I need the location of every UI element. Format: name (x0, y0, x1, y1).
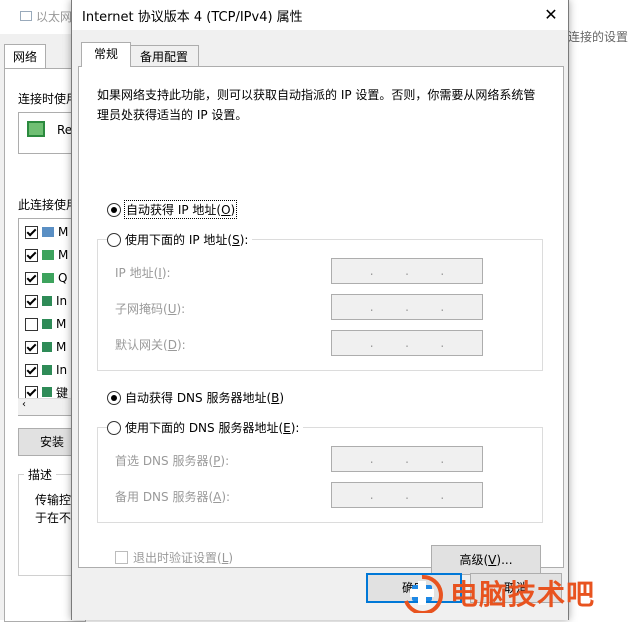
ipv4-properties-dialog: Internet 协议版本 4 (TCP/IPv4) 属性 ✕ 常规 备用配置 … (71, 0, 569, 620)
component-icon (42, 250, 54, 260)
list-item[interactable]: Q (25, 267, 67, 289)
watermark: 电脑技术吧 (400, 570, 640, 616)
checkbox-label: 退出时验证设置(L) (133, 551, 234, 565)
scroll-left-icon[interactable]: ‹ (22, 399, 26, 410)
alternate-dns-label: 备用 DNS 服务器(A): (115, 490, 231, 504)
items-label: 此连接使用 (18, 198, 79, 212)
protocol-icon (42, 342, 52, 352)
list-item-label: M (56, 340, 67, 354)
manual-dns-group (97, 427, 543, 523)
validate-settings-checkbox[interactable]: 退出时验证设置(L) (115, 549, 233, 566)
adapter-icon (27, 121, 45, 137)
list-item-checkbox[interactable] (25, 317, 38, 331)
radio-label: 自动获得 IP 地址(O) (123, 200, 238, 219)
radio-label: 自动获得 DNS 服务器地址(B) (125, 391, 285, 405)
radio-indicator[interactable] (107, 390, 121, 405)
intro-description: 如果网络支持此功能，则可以获取自动指派的 IP 设置。否则，你需要从网络系统管理… (97, 88, 536, 122)
close-icon[interactable]: ✕ (538, 4, 564, 26)
list-item-checkbox[interactable] (25, 340, 38, 354)
radio-indicator[interactable] (107, 202, 121, 217)
background-right-title: 连接的设置 (568, 30, 629, 44)
watermark-text: 电脑技术吧 (450, 578, 596, 611)
description-line: 传输控 (35, 493, 72, 507)
list-item[interactable]: M (25, 336, 66, 358)
obtain-dns-auto-radio[interactable]: 自动获得 DNS 服务器地址(B) (107, 389, 284, 406)
subnet-mask-label: 子网掩码(U): (115, 302, 186, 316)
list-item-checkbox[interactable] (25, 294, 38, 308)
list-item[interactable]: In (25, 290, 67, 312)
protocol-icon (42, 387, 52, 397)
list-item-checkbox[interactable] (25, 271, 38, 285)
alternate-dns-input[interactable]: ... (331, 482, 483, 508)
dialog-body: 常规 备用配置 如果网络支持此功能，则可以获取自动指派的 IP 设置。否则，你需… (72, 30, 568, 620)
watermark-logo-icon (400, 573, 444, 615)
subnet-mask-input[interactable]: ... (331, 294, 483, 320)
list-item-label: M (56, 317, 67, 331)
description-line: 于在不 (35, 511, 72, 525)
list-item-checkbox[interactable] (25, 225, 38, 239)
radio-label: 使用下面的 IP 地址(S): (125, 233, 249, 247)
network-icon (20, 11, 32, 21)
tab-network[interactable]: 网络 (4, 44, 46, 69)
connect-using-label: 连接时使用 (18, 92, 79, 106)
preferred-dns-label: 首选 DNS 服务器(P): (115, 454, 230, 468)
list-item[interactable]: M (25, 244, 68, 266)
protocol-icon (42, 319, 52, 329)
list-item[interactable]: M (25, 221, 68, 243)
ip-address-label: IP 地址(I): (115, 266, 171, 280)
list-item[interactable]: M (25, 313, 66, 335)
general-tabpanel: 如果网络支持此功能，则可以获取自动指派的 IP 设置。否则，你需要从网络系统管理… (78, 66, 564, 575)
component-icon (42, 273, 54, 283)
dialog-title: Internet 协议版本 4 (TCP/IPv4) 属性 (82, 10, 303, 25)
radio-indicator[interactable] (107, 420, 121, 435)
tab-alternate-configuration[interactable]: 备用配置 (129, 45, 199, 68)
radio-label: 使用下面的 DNS 服务器地址(E): (125, 421, 300, 435)
default-gateway-label: 默认网关(D): (115, 338, 186, 352)
list-item-label: Q (58, 271, 68, 285)
list-item-label: In (56, 363, 68, 377)
protocol-icon (42, 296, 52, 306)
list-item-label: M (58, 248, 69, 262)
ip-address-input[interactable]: ... (331, 258, 483, 284)
obtain-ip-auto-radio[interactable]: 自动获得 IP 地址(O) (107, 200, 238, 219)
list-item-checkbox[interactable] (25, 248, 38, 262)
default-gateway-input[interactable]: ... (331, 330, 483, 356)
use-following-ip-radio[interactable]: 使用下面的 IP 地址(S): (107, 231, 253, 248)
preferred-dns-input[interactable]: ... (331, 446, 483, 472)
protocol-icon (42, 365, 52, 375)
background-right-pane: 连接的设置 (566, 30, 640, 620)
tab-general[interactable]: 常规 (81, 42, 131, 67)
description-label: 描述 (24, 466, 57, 483)
list-item-label: In (56, 294, 68, 308)
use-following-dns-radio[interactable]: 使用下面的 DNS 服务器地址(E): (107, 419, 304, 436)
adapter-name: Re (57, 123, 73, 137)
list-item[interactable]: In (25, 359, 67, 381)
checkbox-indicator[interactable] (115, 551, 128, 564)
list-item-label: M (58, 225, 69, 239)
list-item-checkbox[interactable] (25, 363, 38, 377)
radio-indicator[interactable] (107, 232, 121, 247)
list-item-checkbox[interactable] (25, 385, 38, 399)
component-icon (42, 227, 54, 237)
